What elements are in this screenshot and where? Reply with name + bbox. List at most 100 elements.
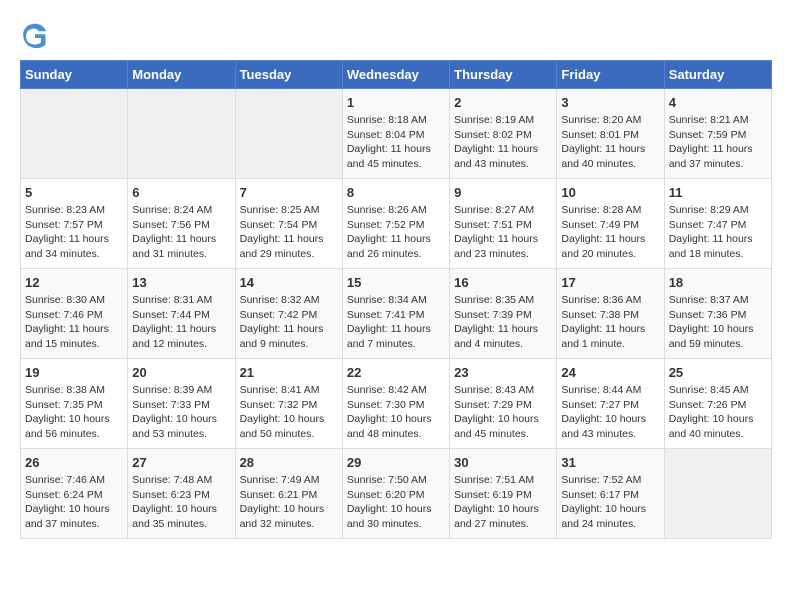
day-number: 13: [132, 275, 230, 290]
day-info: Sunrise: 8:31 AM Sunset: 7:44 PM Dayligh…: [132, 293, 230, 352]
calendar-cell: 17 Sunrise: 8:36 AM Sunset: 7:38 PM Dayli…: [557, 269, 664, 359]
day-header-friday: Friday: [557, 61, 664, 89]
calendar-header-row: SundayMondayTuesdayWednesdayThursdayFrid…: [21, 61, 772, 89]
page-header: [20, 20, 772, 50]
calendar-week-row: 19 Sunrise: 8:38 AM Sunset: 7:35 PM Dayli…: [21, 359, 772, 449]
day-number: 29: [347, 455, 445, 470]
day-info: Sunrise: 8:24 AM Sunset: 7:56 PM Dayligh…: [132, 203, 230, 262]
day-info: Sunrise: 8:19 AM Sunset: 8:02 PM Dayligh…: [454, 113, 552, 172]
day-info: Sunrise: 8:25 AM Sunset: 7:54 PM Dayligh…: [240, 203, 338, 262]
calendar-week-row: 26Sunrise: 7:46 AM Sunset: 6:24 PM Dayli…: [21, 449, 772, 539]
day-info: Sunrise: 8:28 AM Sunset: 7:49 PM Dayligh…: [561, 203, 659, 262]
calendar-cell: 2 Sunrise: 8:19 AM Sunset: 8:02 PM Daylig…: [450, 89, 557, 179]
day-info: Sunrise: 8:27 AM Sunset: 7:51 PM Dayligh…: [454, 203, 552, 262]
calendar-cell: 20 Sunrise: 8:39 AM Sunset: 7:33 PM Dayli…: [128, 359, 235, 449]
day-info: Sunrise: 8:20 AM Sunset: 8:01 PM Dayligh…: [561, 113, 659, 172]
day-info: Sunrise: 8:26 AM Sunset: 7:52 PM Dayligh…: [347, 203, 445, 262]
day-info: Sunrise: 8:45 AM Sunset: 7:26 PM Dayligh…: [669, 383, 767, 442]
day-number: 2: [454, 95, 552, 110]
day-number: 14: [240, 275, 338, 290]
day-info: Sunrise: 8:37 AM Sunset: 7:36 PM Dayligh…: [669, 293, 767, 352]
calendar-cell: 7 Sunrise: 8:25 AM Sunset: 7:54 PM Daylig…: [235, 179, 342, 269]
calendar-cell: 18 Sunrise: 8:37 AM Sunset: 7:36 PM Dayli…: [664, 269, 771, 359]
calendar-cell: 24Sunrise: 8:44 AM Sunset: 7:27 PM Dayli…: [557, 359, 664, 449]
day-info: Sunrise: 8:39 AM Sunset: 7:33 PM Dayligh…: [132, 383, 230, 442]
calendar-cell: 3 Sunrise: 8:20 AM Sunset: 8:01 PM Daylig…: [557, 89, 664, 179]
calendar-cell: 23 Sunrise: 8:43 AM Sunset: 7:29 PM Dayli…: [450, 359, 557, 449]
day-info: Sunrise: 7:50 AM Sunset: 6:20 PM Dayligh…: [347, 473, 445, 532]
day-number: 23: [454, 365, 552, 380]
day-number: 8: [347, 185, 445, 200]
calendar-cell: 15 Sunrise: 8:34 AM Sunset: 7:41 PM Dayli…: [342, 269, 449, 359]
calendar-cell: 11Sunrise: 8:29 AM Sunset: 7:47 PM Dayli…: [664, 179, 771, 269]
day-number: 30: [454, 455, 552, 470]
day-number: 1: [347, 95, 445, 110]
day-number: 20: [132, 365, 230, 380]
calendar-cell: 27 Sunrise: 7:48 AM Sunset: 6:23 PM Dayli…: [128, 449, 235, 539]
calendar-cell: 19 Sunrise: 8:38 AM Sunset: 7:35 PM Dayli…: [21, 359, 128, 449]
day-number: 11: [669, 185, 767, 200]
day-info: Sunrise: 8:34 AM Sunset: 7:41 PM Dayligh…: [347, 293, 445, 352]
day-number: 15: [347, 275, 445, 290]
day-info: Sunrise: 8:44 AM Sunset: 7:27 PM Dayligh…: [561, 383, 659, 442]
day-info: Sunrise: 8:43 AM Sunset: 7:29 PM Dayligh…: [454, 383, 552, 442]
calendar-week-row: 5 Sunrise: 8:23 AM Sunset: 7:57 PM Daylig…: [21, 179, 772, 269]
logo: [20, 20, 54, 50]
calendar-cell: [664, 449, 771, 539]
day-info: Sunrise: 7:52 AM Sunset: 6:17 PM Dayligh…: [561, 473, 659, 532]
day-number: 3: [561, 95, 659, 110]
day-number: 27: [132, 455, 230, 470]
calendar-cell: 29 Sunrise: 7:50 AM Sunset: 6:20 PM Dayli…: [342, 449, 449, 539]
day-number: 9: [454, 185, 552, 200]
calendar-week-row: 12 Sunrise: 8:30 AM Sunset: 7:46 PM Dayli…: [21, 269, 772, 359]
day-info: Sunrise: 8:42 AM Sunset: 7:30 PM Dayligh…: [347, 383, 445, 442]
calendar-cell: [21, 89, 128, 179]
day-info: Sunrise: 7:48 AM Sunset: 6:23 PM Dayligh…: [132, 473, 230, 532]
calendar-table: SundayMondayTuesdayWednesdayThursdayFrid…: [20, 60, 772, 539]
day-info: Sunrise: 8:41 AM Sunset: 7:32 PM Dayligh…: [240, 383, 338, 442]
day-number: 10: [561, 185, 659, 200]
calendar-cell: 5 Sunrise: 8:23 AM Sunset: 7:57 PM Daylig…: [21, 179, 128, 269]
day-number: 17: [561, 275, 659, 290]
calendar-cell: 12 Sunrise: 8:30 AM Sunset: 7:46 PM Dayli…: [21, 269, 128, 359]
day-number: 19: [25, 365, 123, 380]
day-info: Sunrise: 8:18 AM Sunset: 8:04 PM Dayligh…: [347, 113, 445, 172]
calendar-cell: [128, 89, 235, 179]
calendar-cell: 30 Sunrise: 7:51 AM Sunset: 6:19 PM Dayli…: [450, 449, 557, 539]
calendar-cell: 16 Sunrise: 8:35 AM Sunset: 7:39 PM Dayli…: [450, 269, 557, 359]
day-number: 6: [132, 185, 230, 200]
day-info: Sunrise: 8:36 AM Sunset: 7:38 PM Dayligh…: [561, 293, 659, 352]
day-number: 18: [669, 275, 767, 290]
day-info: Sunrise: 7:51 AM Sunset: 6:19 PM Dayligh…: [454, 473, 552, 532]
calendar-cell: 1 Sunrise: 8:18 AM Sunset: 8:04 PM Daylig…: [342, 89, 449, 179]
day-number: 25: [669, 365, 767, 380]
calendar-cell: 8 Sunrise: 8:26 AM Sunset: 7:52 PM Daylig…: [342, 179, 449, 269]
day-info: Sunrise: 8:35 AM Sunset: 7:39 PM Dayligh…: [454, 293, 552, 352]
calendar-cell: 22Sunrise: 8:42 AM Sunset: 7:30 PM Dayli…: [342, 359, 449, 449]
day-header-thursday: Thursday: [450, 61, 557, 89]
calendar-cell: 21 Sunrise: 8:41 AM Sunset: 7:32 PM Dayli…: [235, 359, 342, 449]
calendar-cell: 10 Sunrise: 8:28 AM Sunset: 7:49 PM Dayli…: [557, 179, 664, 269]
calendar-week-row: 1 Sunrise: 8:18 AM Sunset: 8:04 PM Daylig…: [21, 89, 772, 179]
day-header-sunday: Sunday: [21, 61, 128, 89]
day-header-tuesday: Tuesday: [235, 61, 342, 89]
calendar-cell: 14 Sunrise: 8:32 AM Sunset: 7:42 PM Dayli…: [235, 269, 342, 359]
day-number: 21: [240, 365, 338, 380]
day-number: 16: [454, 275, 552, 290]
day-header-wednesday: Wednesday: [342, 61, 449, 89]
calendar-cell: [235, 89, 342, 179]
day-info: Sunrise: 7:46 AM Sunset: 6:24 PM Dayligh…: [25, 473, 123, 532]
day-number: 5: [25, 185, 123, 200]
day-number: 7: [240, 185, 338, 200]
day-info: Sunrise: 7:49 AM Sunset: 6:21 PM Dayligh…: [240, 473, 338, 532]
calendar-cell: 25 Sunrise: 8:45 AM Sunset: 7:26 PM Dayli…: [664, 359, 771, 449]
day-number: 12: [25, 275, 123, 290]
day-number: 31: [561, 455, 659, 470]
day-header-saturday: Saturday: [664, 61, 771, 89]
calendar-cell: 28Sunrise: 7:49 AM Sunset: 6:21 PM Dayli…: [235, 449, 342, 539]
day-info: Sunrise: 8:32 AM Sunset: 7:42 PM Dayligh…: [240, 293, 338, 352]
day-info: Sunrise: 8:30 AM Sunset: 7:46 PM Dayligh…: [25, 293, 123, 352]
day-info: Sunrise: 8:23 AM Sunset: 7:57 PM Dayligh…: [25, 203, 123, 262]
day-info: Sunrise: 8:38 AM Sunset: 7:35 PM Dayligh…: [25, 383, 123, 442]
calendar-cell: 9 Sunrise: 8:27 AM Sunset: 7:51 PM Daylig…: [450, 179, 557, 269]
